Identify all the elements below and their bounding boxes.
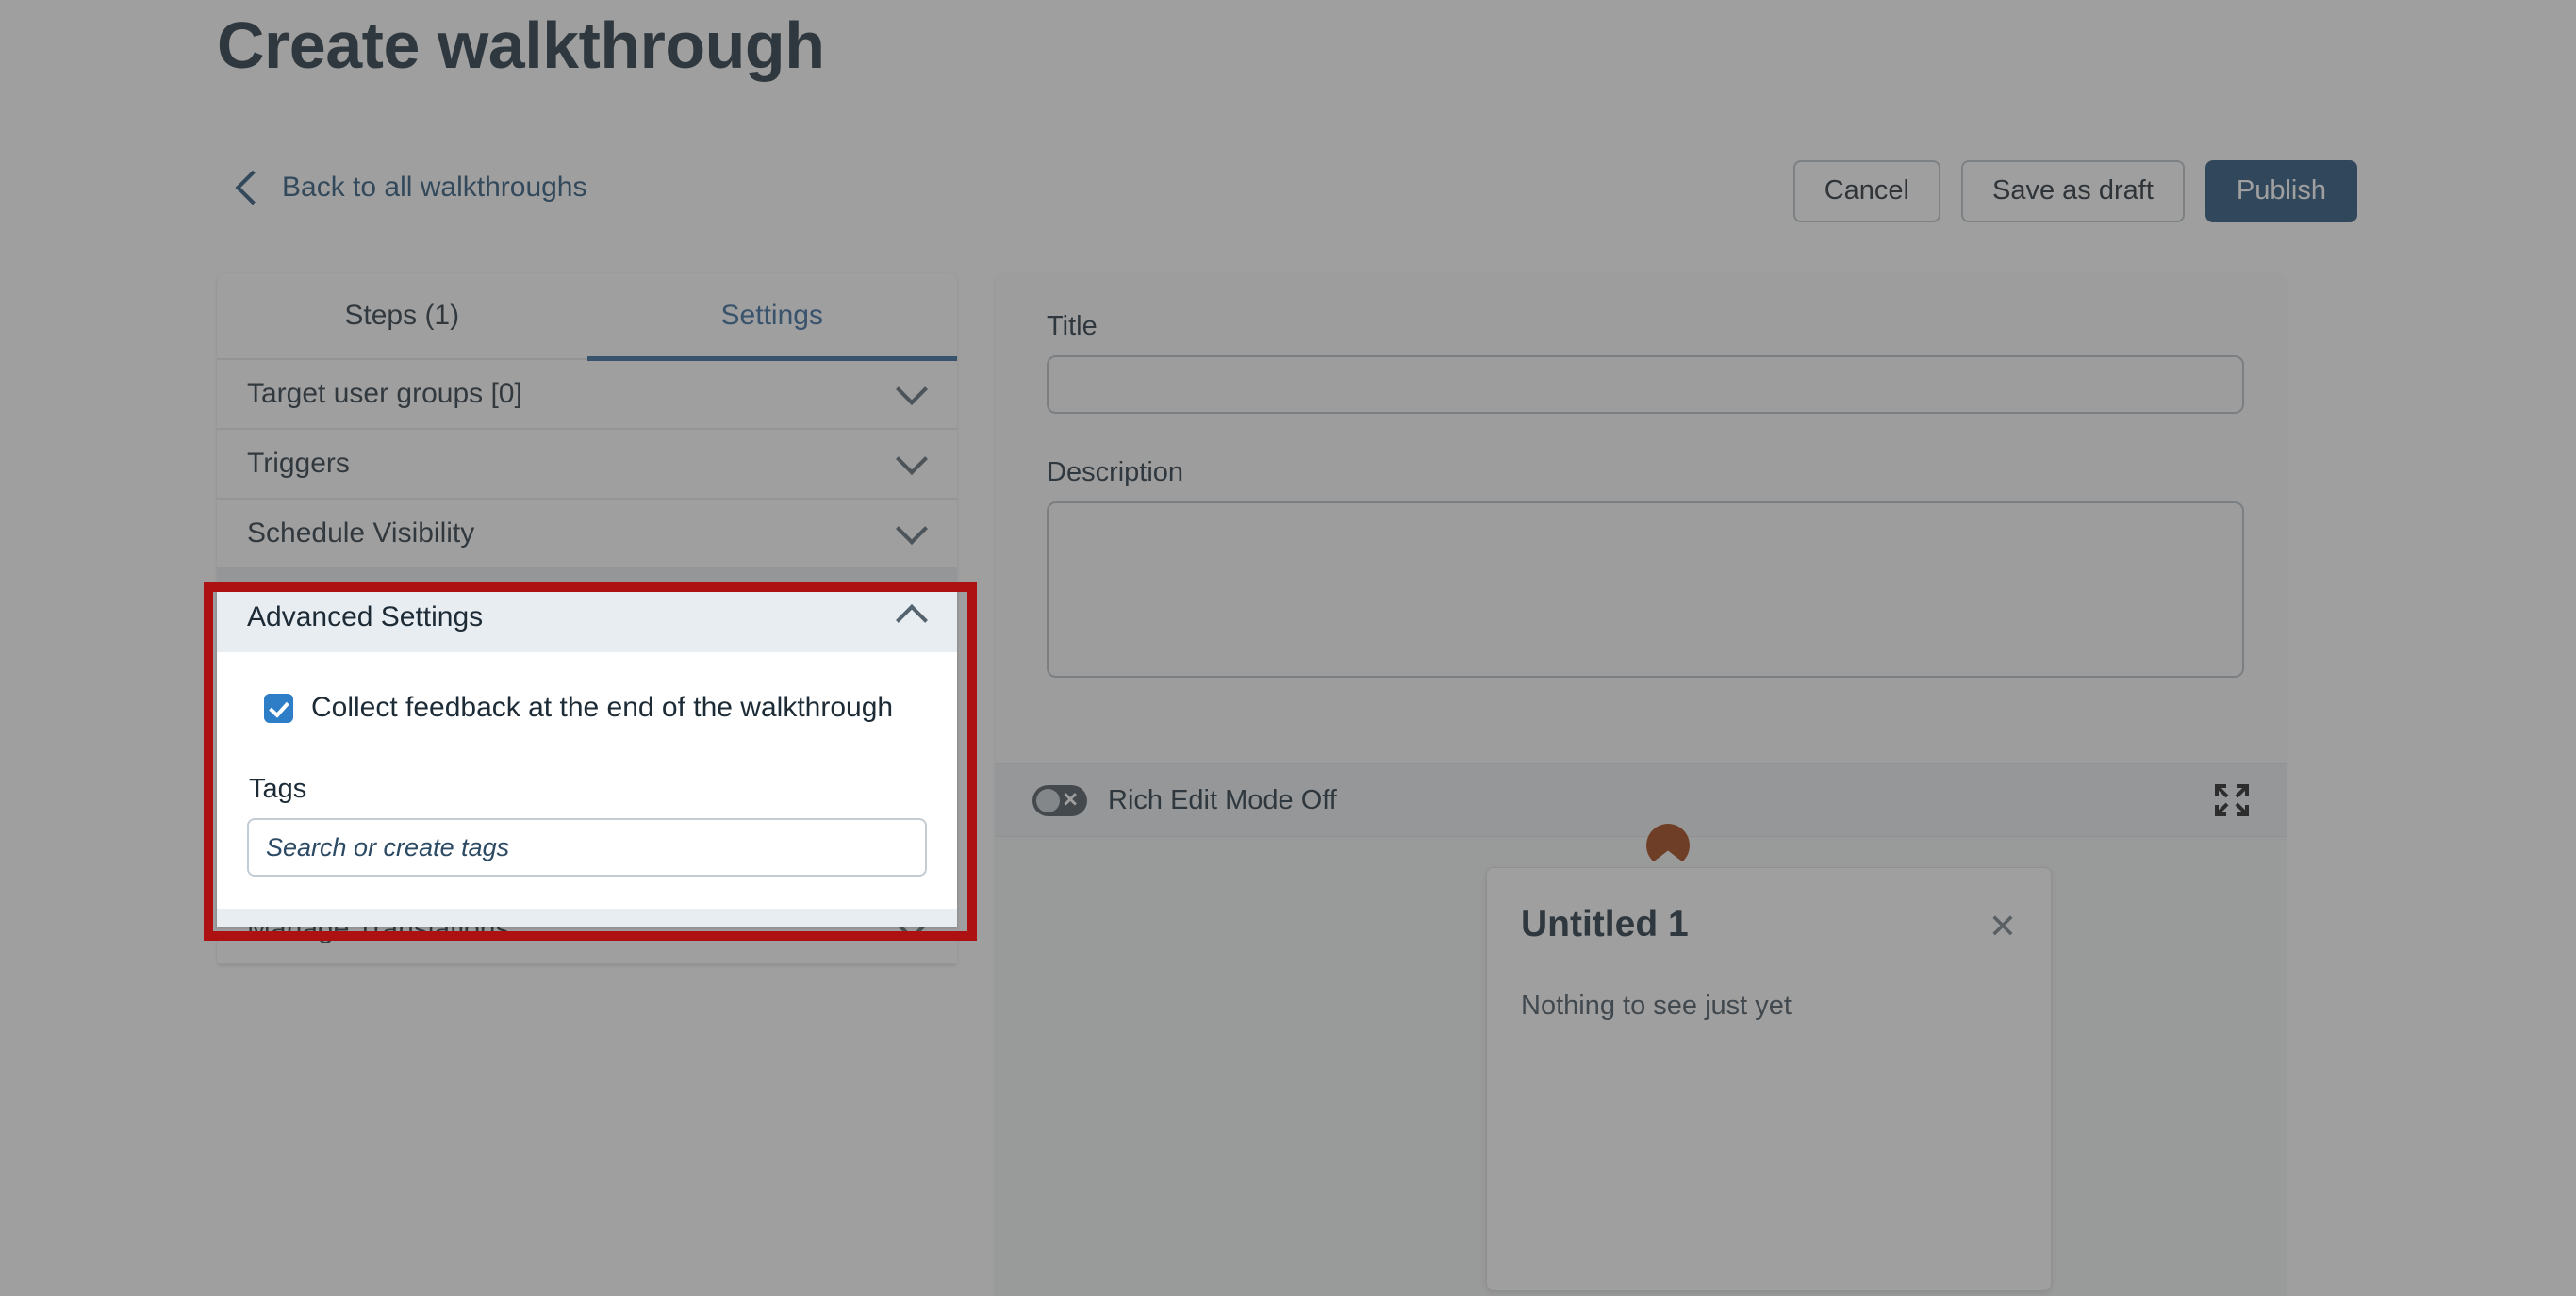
- collect-feedback-checkbox[interactable]: [264, 680, 293, 710]
- title-label: Title: [1047, 311, 1098, 341]
- rich-edit-mode-bar: ✕ Rich Edit Mode Off: [995, 763, 2287, 837]
- close-icon[interactable]: ✕: [1989, 910, 2017, 943]
- beacon-marker-icon: [1646, 824, 1690, 867]
- tab-settings[interactable]: Settings: [586, 273, 957, 361]
- back-link-label: Back to all walkthroughs: [282, 172, 587, 203]
- expand-fullscreen-icon[interactable]: [2215, 784, 2249, 816]
- cancel-button[interactable]: Cancel: [1792, 160, 1940, 222]
- save-as-draft-button[interactable]: Save as draft: [1961, 160, 2185, 222]
- chevron-up-icon: [896, 591, 928, 623]
- chevron-down-icon: [896, 909, 928, 941]
- accordion-label: Manage Translations: [247, 913, 510, 944]
- accordion-label: Advanced Settings: [247, 588, 484, 619]
- chevron-down-icon: [896, 513, 928, 545]
- accordion-triggers[interactable]: Triggers: [217, 430, 957, 500]
- tab-steps[interactable]: Steps (1): [217, 273, 587, 361]
- chevron-down-icon: [896, 443, 928, 475]
- settings-tabs: Steps (1) Settings: [217, 273, 957, 361]
- accordion-advanced-settings[interactable]: Advanced Settings: [217, 569, 957, 639]
- toggle-off-icon[interactable]: ✕: [1032, 784, 1087, 816]
- toggle-knob: [1036, 788, 1060, 812]
- tags-input[interactable]: [247, 805, 927, 863]
- rich-edit-toggle-group[interactable]: ✕ Rich Edit Mode Off: [1032, 784, 1337, 816]
- walkthrough-step-card: Untitled 1 ✕ Nothing to see just yet: [1486, 867, 2052, 1291]
- back-to-all-walkthroughs-link[interactable]: Back to all walkthroughs: [235, 170, 587, 205]
- description-label: Description: [1047, 457, 1184, 487]
- accordion-label: Triggers: [247, 448, 350, 479]
- title-input[interactable]: [1047, 355, 2244, 414]
- rich-edit-mode-label: Rich Edit Mode Off: [1108, 784, 1337, 815]
- walkthrough-preview-stage: Untitled 1 ✕ Nothing to see just yet: [995, 824, 2287, 1296]
- chevron-down-icon: [896, 373, 928, 405]
- header-actions: Cancel Save as draft Publish: [1792, 160, 2357, 222]
- collect-feedback-row[interactable]: Collect feedback at the end of the walkt…: [264, 679, 927, 711]
- page-title: Create walkthrough: [217, 8, 825, 82]
- preview-form: Title Description: [995, 273, 2287, 682]
- description-textarea[interactable]: [1047, 501, 2244, 678]
- settings-panel: Steps (1) Settings Target user groups [0…: [217, 273, 957, 965]
- accordion-label: Target user groups [0]: [247, 378, 522, 409]
- step-card-title: Untitled 1: [1521, 904, 1689, 944]
- chevron-left-icon: [235, 170, 271, 205]
- accordion-manage-translations[interactable]: Manage Translations: [217, 895, 957, 965]
- app-root: Create walkthrough Back to all walkthrou…: [0, 0, 2576, 1296]
- accordion-schedule-visibility[interactable]: Schedule Visibility: [217, 500, 957, 569]
- accordion-label: Schedule Visibility: [247, 517, 475, 549]
- advanced-settings-body: Collect feedback at the end of the walkt…: [217, 639, 957, 895]
- toggle-x-mark: ✕: [1062, 789, 1079, 812]
- step-card-body: Nothing to see just yet: [1521, 991, 1792, 1021]
- publish-button[interactable]: Publish: [2204, 160, 2357, 222]
- accordion-target-user-groups[interactable]: Target user groups [0]: [217, 360, 957, 430]
- preview-panel: Title Description ✕ Rich Edit Mode Off U…: [995, 273, 2287, 1296]
- tags-label: Tags: [249, 761, 307, 791]
- step-card-header: Untitled 1 ✕: [1521, 904, 2017, 945]
- collect-feedback-label: Collect feedback at the end of the walkt…: [311, 679, 894, 710]
